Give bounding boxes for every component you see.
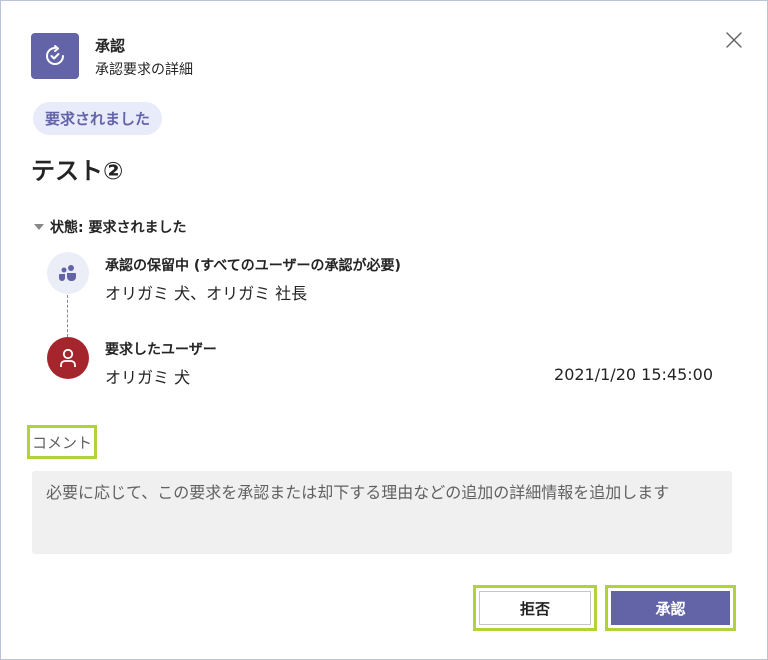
comment-label: コメント [27,425,97,459]
pending-step-title: 承認の保留中 (すべてのユーザーの承認が必要) [105,258,401,274]
pending-approvers: オリガミ 犬、オリガミ 社長 [105,284,308,303]
timeline-connector [67,295,68,337]
status-section-toggle[interactable]: 状態: 要求されました [34,217,186,237]
person-icon [47,337,89,379]
requester-name: オリガミ 犬 [105,368,191,387]
reject-button-highlight: 拒否 [473,585,597,631]
status-section-label: 状態: 要求されました [50,220,187,236]
people-icon [47,252,89,294]
dialog-title: 承認 [95,37,126,55]
reject-button[interactable]: 拒否 [479,591,591,625]
requester-step-title: 要求したユーザー [105,342,217,358]
approve-button-highlight: 承認 [605,585,736,631]
close-button[interactable] [721,27,747,53]
comment-field[interactable] [32,471,732,554]
request-timestamp: 2021/1/20 15:45:00 [554,365,713,384]
approve-button[interactable]: 承認 [611,591,730,625]
caret-down-icon [34,224,44,230]
status-badge: 要求されました [33,102,163,135]
dialog-subtitle: 承認要求の詳細 [95,62,193,78]
request-title: テスト② [31,157,124,185]
approval-dialog: 承認 承認要求の詳細 要求されました テスト② 状態: 要求されました 承認の保… [0,0,768,660]
close-icon [726,32,742,48]
approval-check-icon [31,33,79,79]
